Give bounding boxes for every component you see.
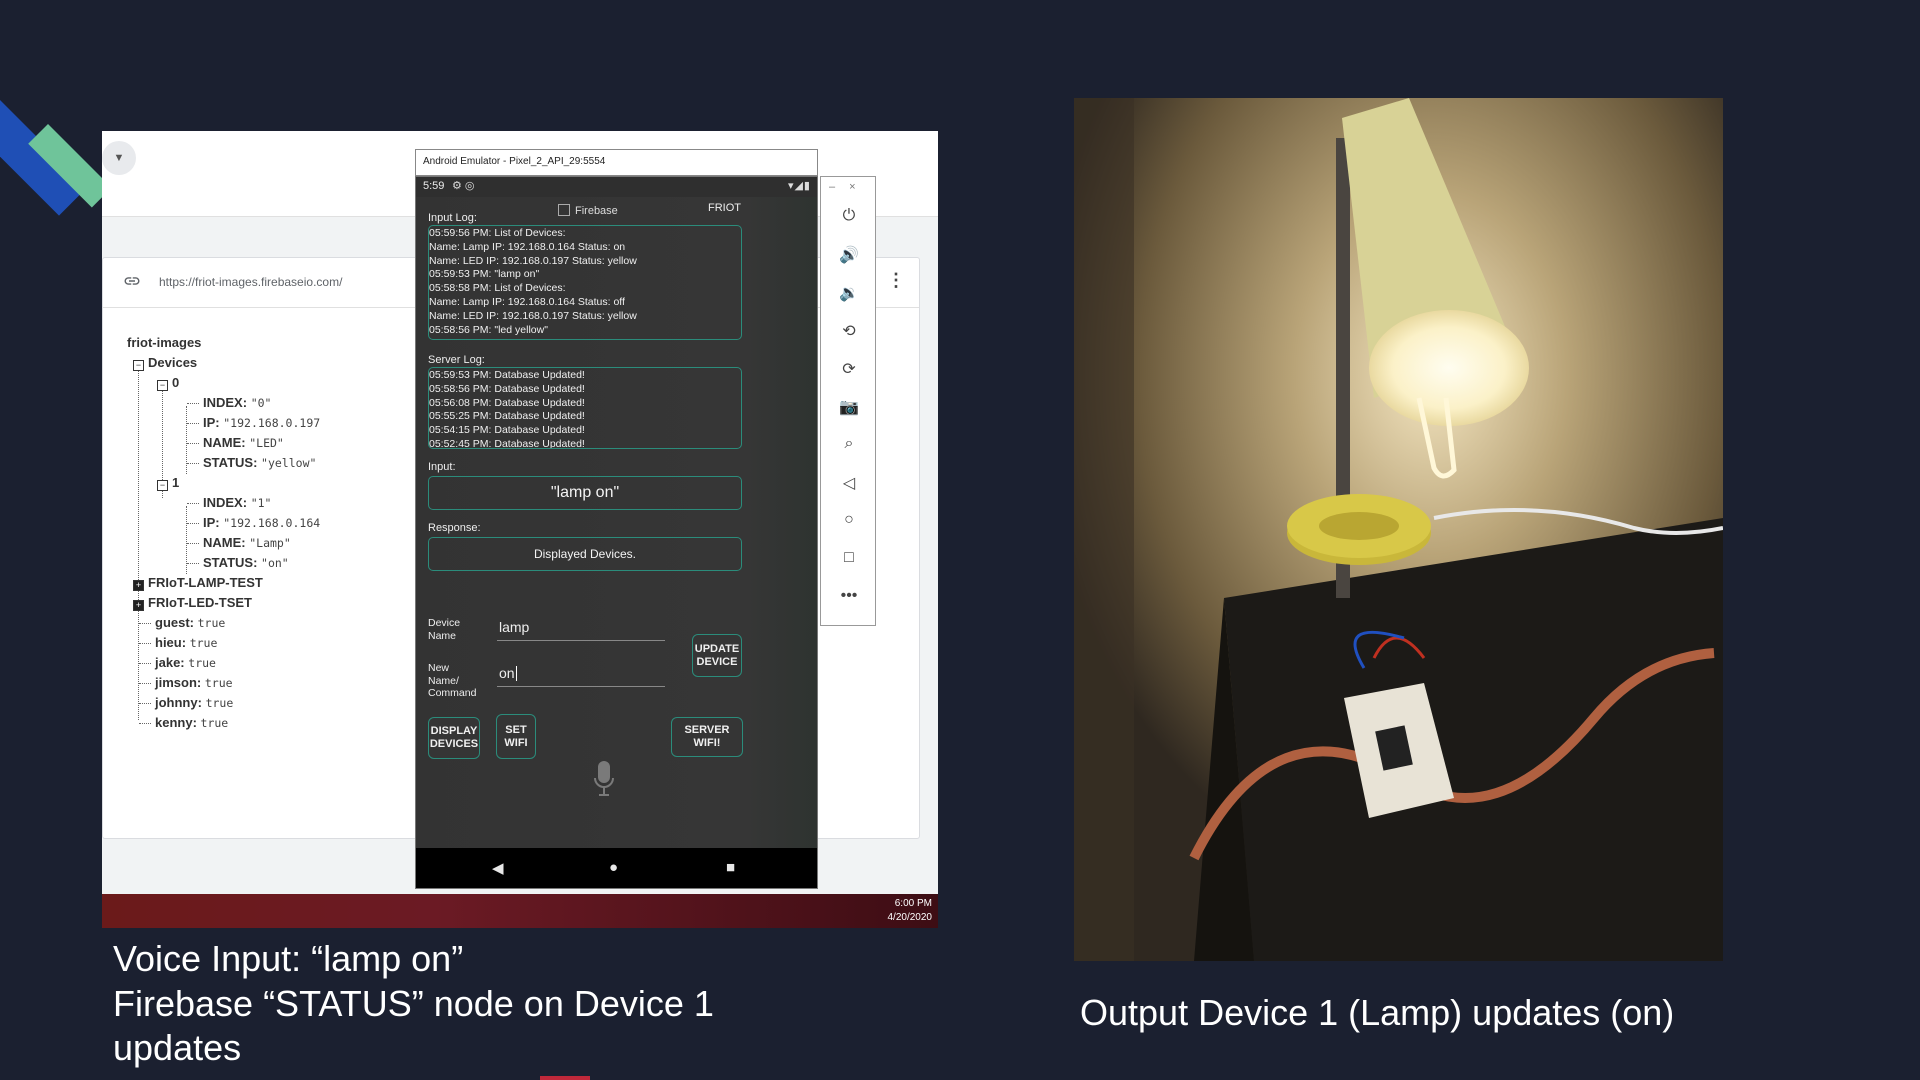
rotate-left-icon[interactable]: ⟲ [833, 321, 865, 341]
lamp-photo [1074, 98, 1723, 961]
device-name-label: Device Name [428, 617, 461, 642]
tree-field[interactable]: NAME: "Lamp" [203, 534, 291, 552]
tree-node-collapsed[interactable]: + FRIoT-LAMP-TEST [133, 574, 263, 592]
collapse-icon[interactable]: − [157, 480, 168, 491]
input-label: Input: [428, 461, 456, 473]
firebase-checkbox[interactable]: Firebase [558, 204, 618, 217]
emulator-toolbar: –× ⏻ 🔊 🔉 ⟲ ⟳ 📷 ⌕ ◁ ○ □ ••• [820, 176, 876, 626]
link-icon[interactable] [123, 272, 143, 292]
collapse-icon[interactable]: − [157, 380, 168, 391]
emulator-title-bar[interactable]: Android Emulator - Pixel_2_API_29:5554 [415, 149, 818, 176]
more-options-icon[interactable]: ⋮ [887, 270, 905, 291]
recents-icon[interactable]: ■ [726, 859, 735, 876]
tree-node-device-1[interactable]: −1 [157, 474, 179, 492]
home-icon[interactable]: ● [609, 859, 618, 876]
taskbar-clock[interactable]: 6:00 PM 4/20/2020 [888, 897, 933, 925]
caption-output-device: Output Device 1 (Lamp) updates (on) [1080, 992, 1675, 1033]
caption-voice-input: Voice Input: “lamp on” Firebase “STATUS”… [113, 938, 714, 1068]
rotate-right-icon[interactable]: ⟳ [833, 359, 865, 379]
command-input[interactable]: on [497, 665, 665, 687]
checkbox-icon[interactable] [558, 204, 570, 216]
tree-node-devices[interactable]: − Devices [133, 354, 197, 372]
home-icon[interactable]: ○ [833, 511, 865, 529]
tree-field[interactable]: STATUS: "yellow" [203, 454, 316, 472]
microphone-icon[interactable] [593, 760, 615, 798]
tree-node-collapsed[interactable]: + FRIoT-LED-TSET [133, 594, 252, 612]
tree-user-field[interactable]: johnny: true [155, 694, 233, 712]
tree-field[interactable]: NAME: "LED" [203, 434, 284, 452]
android-phone-screen: 5:59 ⚙ ◎ ▾◢▮ Firebase FRIOT Input Log: 0… [415, 176, 818, 889]
overview-icon[interactable]: □ [833, 549, 865, 567]
power-icon[interactable]: ⏻ [833, 207, 865, 225]
expand-icon[interactable]: + [133, 600, 144, 611]
signal-battery-icon: ▾◢▮ [787, 180, 811, 192]
set-wifi-button[interactable]: SET WIFI [496, 714, 536, 759]
volume-down-icon[interactable]: 🔉 [833, 283, 865, 303]
input-log[interactable]: 05:59:56 PM: List of Devices: Name: Lamp… [428, 225, 742, 340]
accent-bar [540, 1076, 590, 1080]
back-icon[interactable]: ◀ [492, 859, 504, 877]
new-name-command-label: New Name/ Command [428, 662, 477, 699]
dropdown-toggle[interactable]: ▼ [102, 141, 136, 175]
tree-field[interactable]: IP: "192.168.0.197 [203, 414, 320, 432]
display-devices-button[interactable]: DISPLAY DEVICES [428, 717, 480, 759]
tree-user-field[interactable]: jake: true [155, 654, 216, 672]
server-log[interactable]: 05:59:53 PM: Database Updated! 05:58:56 … [428, 367, 742, 449]
zoom-icon[interactable]: ⌕ [833, 435, 865, 453]
windows-taskbar: 6:00 PM 4/20/2020 [102, 894, 938, 928]
tree-user-field[interactable]: guest: true [155, 614, 225, 632]
server-wifi-button[interactable]: SERVER WIFI! [671, 717, 743, 757]
tree-user-field[interactable]: jimson: true [155, 674, 233, 692]
friot-app: Firebase FRIOT Input Log: 05:59:56 PM: L… [416, 197, 817, 850]
volume-up-icon[interactable]: 🔊 [833, 245, 865, 265]
window-controls[interactable]: –× [829, 181, 870, 193]
android-status-bar: 5:59 ⚙ ◎ ▾◢▮ [416, 177, 817, 197]
tree-user-field[interactable]: kenny: true [155, 714, 228, 732]
tree-root[interactable]: friot-images [127, 334, 201, 352]
response-display[interactable]: Displayed Devices. [428, 537, 742, 571]
tree-field[interactable]: INDEX: "0" [203, 394, 271, 412]
tree-user-field[interactable]: hieu: true [155, 634, 217, 652]
update-device-button[interactable]: UPDATE DEVICE [692, 634, 742, 677]
android-nav-bar: ◀ ● ■ [416, 848, 817, 888]
tree-node-device-0[interactable]: −0 [157, 374, 179, 392]
app-title: FRIOT [708, 202, 741, 214]
camera-icon[interactable]: 📷 [833, 397, 865, 417]
expand-icon[interactable]: + [133, 580, 144, 591]
tree-field[interactable]: INDEX: "1" [203, 494, 271, 512]
settings-icon: ⚙ ◎ [452, 180, 475, 192]
back-icon[interactable]: ◁ [833, 473, 865, 493]
tree-field-status[interactable]: STATUS: "on" [203, 554, 289, 572]
tree-field[interactable]: IP: "192.168.0.164 [203, 514, 320, 532]
more-icon[interactable]: ••• [833, 587, 865, 605]
status-time: 5:59 [423, 180, 445, 192]
response-label: Response: [428, 522, 481, 534]
device-name-input[interactable]: lamp [497, 619, 665, 641]
input-log-label: Input Log: [428, 212, 477, 224]
server-log-label: Server Log: [428, 354, 485, 366]
input-display[interactable]: "lamp on" [428, 476, 742, 510]
chevron-down-icon: ▼ [113, 152, 125, 164]
collapse-icon[interactable]: − [133, 360, 144, 371]
database-url[interactable]: https://friot-images.firebaseio.com/ [159, 275, 342, 289]
